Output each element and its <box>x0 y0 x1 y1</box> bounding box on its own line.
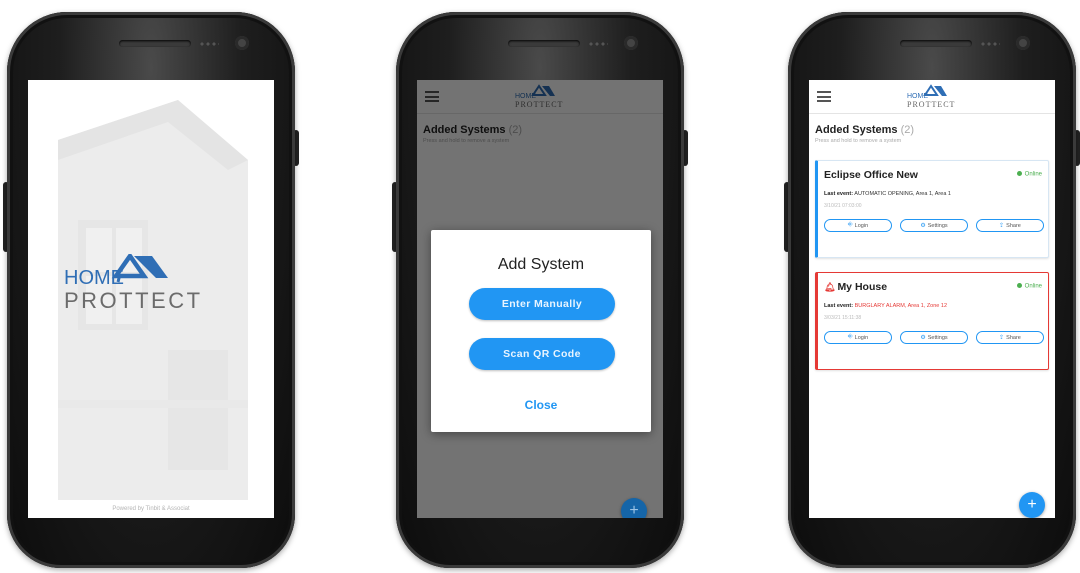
last-event: Last event: AUTOMATIC OPENING, Area 1, A… <box>824 191 951 197</box>
login-icon: ⎆ <box>847 222 853 228</box>
system-name: 🔔︎ My House <box>824 281 887 293</box>
gear-icon: ⚙ <box>920 223 926 229</box>
splash-screen: HOME PROTTECT Powered by Tinbit & Associ… <box>28 80 274 518</box>
hamburger-menu-icon[interactable] <box>817 91 831 102</box>
enter-manually-button[interactable]: Enter Manually <box>469 288 615 320</box>
add-system-fab[interactable]: + <box>621 498 647 518</box>
online-status-badge: Online <box>1017 283 1042 290</box>
section-title-text: Added Systems <box>815 124 898 136</box>
login-label: Login <box>854 334 869 341</box>
online-status-badge: Online <box>1017 171 1042 178</box>
share-icon: ⇪ <box>999 335 1005 341</box>
last-event-text: BURGLARY ALARM, Area 1, Zone 12 <box>854 303 948 309</box>
phone-splash: HOME PROTTECT Powered by Tinbit & Associ… <box>3 12 299 568</box>
login-label: Login <box>854 222 869 229</box>
systems-count: (2) <box>900 124 915 136</box>
phone-system-list: HOME PROTTECT Added Systems (2) Press an… <box>784 12 1080 568</box>
bell-alarm-icon: 🔔︎ <box>824 282 836 292</box>
event-time: 3/10/21 07:03:00 <box>824 203 862 209</box>
share-label: Share <box>1006 222 1021 229</box>
svg-text:HOME: HOME <box>907 93 928 100</box>
app-bar-logo: HOME PROTTECT <box>907 84 955 109</box>
last-event-text: AUTOMATIC OPENING, Area 1, Area 1 <box>854 191 951 197</box>
plus-icon: + <box>629 502 639 518</box>
sensor-dots <box>199 42 219 46</box>
card-actions: ⎆ Login ⚙ Settings ⇪ Share <box>824 219 1044 233</box>
event-time: 3/03/21 15:11:38 <box>824 315 862 321</box>
system-list-screen: HOME PROTTECT Added Systems (2) Press an… <box>809 80 1055 518</box>
logo-word-home: HOME <box>64 267 124 289</box>
sensor-dots <box>588 42 608 46</box>
card-actions: ⎆ Login ⚙ Settings ⇪ Share <box>824 331 1044 345</box>
login-button[interactable]: ⎆ Login <box>824 219 892 232</box>
front-camera <box>235 36 249 50</box>
last-event: Last event: BURGLARY ALARM, Area 1, Zone… <box>824 303 947 309</box>
close-button[interactable]: Close <box>431 398 651 412</box>
app-bar: HOME PROTTECT <box>809 80 1055 114</box>
scan-qr-code-button[interactable]: Scan QR Code <box>469 338 615 370</box>
plus-icon: + <box>1027 496 1037 513</box>
phone-add-system: HOME PROTTECT Added Systems (2) Press an… <box>392 12 688 568</box>
settings-label: Settings <box>927 334 948 341</box>
add-system-fab[interactable]: + <box>1019 492 1045 518</box>
logo-word-prottect: PROTTECT <box>64 288 203 313</box>
settings-button[interactable]: ⚙ Settings <box>900 219 968 232</box>
svg-text:PROTTECT: PROTTECT <box>907 100 955 109</box>
home-prottect-logo: HOME PROTTECT <box>28 252 274 319</box>
system-name-text: My House <box>837 281 888 293</box>
front-camera <box>624 36 638 50</box>
front-camera <box>1016 36 1030 50</box>
gear-icon: ⚙ <box>920 335 926 341</box>
add-system-dialog: Add System Enter Manually Scan QR Code C… <box>431 230 651 432</box>
section-hint: Press and hold to remove a system <box>815 138 902 144</box>
dialog-title: Add System <box>497 256 585 273</box>
share-button[interactable]: ⇪ Share <box>976 219 1044 232</box>
system-name: Eclipse Office New <box>824 169 918 181</box>
last-event-label: Last event: <box>824 303 854 309</box>
system-card[interactable]: Eclipse Office New Online Last event: AU… <box>815 160 1049 258</box>
share-label: Share <box>1006 334 1021 341</box>
login-icon: ⎆ <box>847 334 853 340</box>
speaker-grille <box>900 40 972 47</box>
sensor-dots <box>980 42 1000 46</box>
settings-button[interactable]: ⚙ Settings <box>900 331 968 344</box>
login-button[interactable]: ⎆ Login <box>824 331 892 344</box>
share-button[interactable]: ⇪ Share <box>976 331 1044 344</box>
added-systems-title: Added Systems (2) <box>815 124 914 136</box>
speaker-grille <box>508 40 580 47</box>
last-event-label: Last event: <box>824 191 854 197</box>
add-system-screen: HOME PROTTECT Added Systems (2) Press an… <box>417 80 663 518</box>
speaker-grille <box>119 40 191 47</box>
share-icon: ⇪ <box>999 223 1005 229</box>
settings-label: Settings <box>927 222 948 229</box>
system-card-alarm[interactable]: 🔔︎ My House Online Last event: BURGLARY A… <box>815 272 1049 370</box>
powered-by-text: Powered by Tinbit & Associat <box>112 506 190 512</box>
